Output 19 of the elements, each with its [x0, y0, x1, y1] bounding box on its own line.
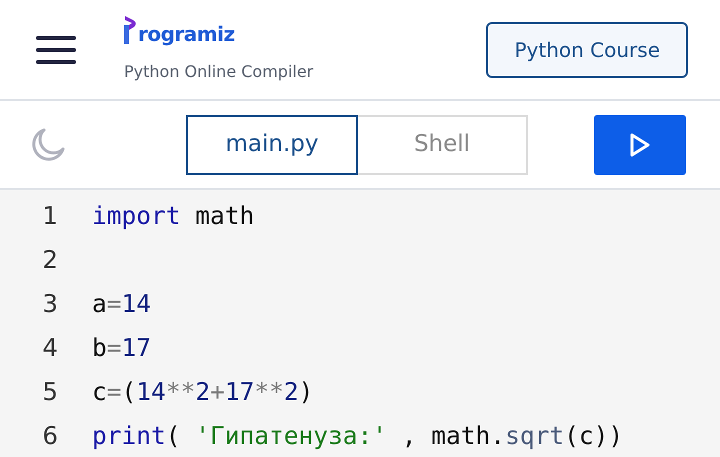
- play-icon: [629, 132, 651, 156]
- brand-name: rogramiz: [138, 24, 235, 44]
- logo-icon: [124, 16, 138, 44]
- file-tab[interactable]: main.py: [186, 114, 358, 174]
- code-line: a=14: [92, 288, 152, 320]
- menu-icon[interactable]: [36, 34, 76, 64]
- line-number: 4: [41, 332, 58, 364]
- code-line: b=17: [92, 332, 152, 364]
- code-line: c=(14**2+17**2): [92, 376, 314, 408]
- line-number: 6: [41, 420, 58, 452]
- line-number: 1: [41, 200, 58, 232]
- code-line: print( 'Гипатенуза:' , math.sqrt(c)): [92, 420, 624, 452]
- subtitle: Python Online Compiler: [124, 60, 314, 82]
- code-line: import math: [92, 200, 254, 232]
- line-number: 3: [41, 288, 58, 320]
- run-button[interactable]: [594, 114, 686, 174]
- course-button[interactable]: Python Course: [486, 22, 688, 78]
- line-number: 2: [41, 244, 58, 276]
- line-number: 5: [41, 376, 58, 408]
